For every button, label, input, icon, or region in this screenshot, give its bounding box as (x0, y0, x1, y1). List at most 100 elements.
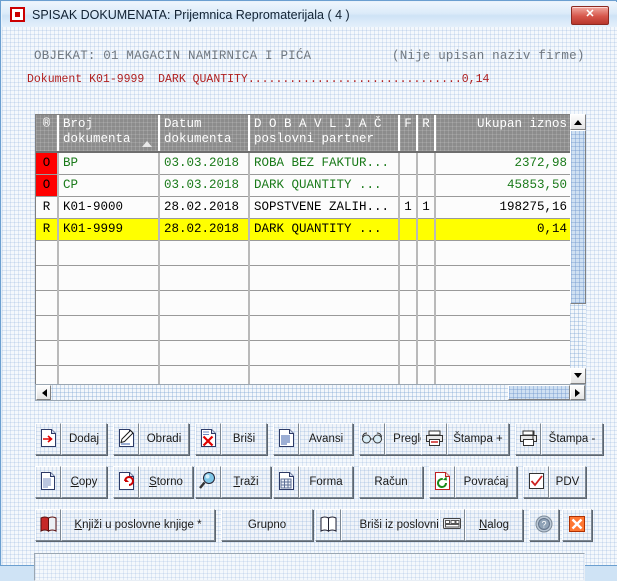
toolbar-button-obradi[interactable]: Obradi (139, 423, 189, 455)
toolbar-button-copy[interactable]: Copy (61, 466, 107, 498)
toolbar-icon-keyboard[interactable] (439, 509, 465, 541)
document-refresh-icon (434, 471, 451, 494)
toolbar-button-tampa[interactable]: Štampa - (541, 423, 603, 455)
toolbar-button-label: Dodaj (68, 433, 100, 445)
toolbar-icon-form[interactable] (273, 466, 299, 498)
cell-empty (36, 340, 59, 366)
cell-empty (36, 265, 59, 291)
table-body: O BP 03.03.2018 ROBA BEZ FAKTUR... 2372,98 O C… (36, 152, 573, 400)
table-row[interactable]: O BP 03.03.2018 ROBA BEZ FAKTUR... 2372,98 (36, 152, 573, 175)
scroll-left-button[interactable] (36, 385, 51, 400)
column-header-iznos[interactable]: Ukupan iznos (435, 115, 573, 153)
toolbar-icon-document-list[interactable] (273, 423, 299, 455)
column-header-datum[interactable]: Datum dokumenta (159, 115, 250, 153)
toolbar-button-ra-un[interactable]: Račun (359, 466, 423, 498)
toolbar-button-tra-i[interactable]: Traži (221, 466, 271, 498)
window-title-suffix: Prijemnica Repromaterijala ( 4 ) (173, 8, 350, 22)
cell-empty (417, 340, 436, 366)
chevron-up-icon (574, 120, 582, 125)
toolbar-button-label: Storno (149, 476, 183, 488)
toolbar-button-storno[interactable]: Storno (139, 466, 193, 498)
toolbar-button-avansi[interactable]: Avansi (299, 423, 353, 455)
chevron-left-icon (41, 388, 47, 397)
toolbar-button-pdv[interactable]: PDV (549, 466, 586, 498)
cell-empty (417, 240, 436, 266)
toolbar-icon-document-add[interactable] (35, 423, 61, 455)
cell-empty (435, 265, 573, 291)
form-icon (278, 471, 295, 494)
cell-dob: DARK QUANTITY ... (249, 174, 400, 197)
toolbar-button-povra-aj[interactable]: Povraćaj (455, 466, 517, 498)
document-delete-icon (200, 428, 217, 451)
grid-horizontal-scrollbar[interactable] (35, 384, 586, 401)
table-row-empty[interactable] (36, 290, 573, 316)
app-icon (10, 7, 25, 22)
scroll-down-button[interactable] (570, 368, 586, 384)
toolbar-icon-glasses[interactable] (359, 423, 385, 455)
toolbar-icon-printer-plus[interactable] (421, 423, 447, 455)
toolbar-button-grupno[interactable]: Grupno (221, 509, 313, 541)
grid-vertical-scrollbar[interactable] (570, 114, 586, 384)
cell-dob: SOPSTVENE ZALIH... (249, 196, 400, 219)
toolbar-icon-exit[interactable] (562, 509, 592, 541)
cell-empty (399, 240, 418, 266)
toolbar-icon-document-delete[interactable] (195, 423, 221, 455)
toolbar-icon-book-red[interactable] (35, 509, 61, 541)
close-button[interactable]: ✕ (571, 6, 609, 25)
cell-empty (249, 240, 400, 266)
column-header-flag[interactable]: ® (36, 115, 59, 153)
toolbar-button-label: Nalog (478, 519, 510, 531)
column-header-f[interactable]: F (399, 115, 418, 153)
scroll-right-button[interactable] (570, 385, 585, 400)
printer-plus-icon (425, 429, 444, 450)
toolbar-button-label: Račun (374, 476, 408, 488)
column-header-r[interactable]: R (417, 115, 436, 153)
cell-empty (58, 240, 160, 266)
scroll-up-button[interactable] (570, 114, 586, 130)
window-title: SPISAK DOKUMENATA: Prijemnica Repromater… (32, 6, 350, 24)
toolbar-icon-help[interactable]: ? (529, 509, 559, 541)
exit-icon (568, 515, 586, 536)
table-row[interactable]: R K01-9000 28.02.2018 SOPSTVENE ZALIH... 1 1 1… (36, 196, 573, 219)
vertical-scroll-thumb[interactable] (570, 130, 586, 304)
toolbar-button-label: Obradi (146, 433, 182, 445)
toolbar-icon-checkbox-check[interactable] (523, 466, 549, 498)
column-header-line1: ® (42, 117, 51, 131)
table-row-empty[interactable] (36, 265, 573, 291)
toolbar-icon-document-refresh[interactable] (429, 466, 455, 498)
cell-broj: CP (58, 174, 160, 197)
toolbar-button-label: Knjiži u poslovne knjige * (74, 519, 202, 531)
toolbar-button-knji-i-u-poslovne-knjige[interactable]: Knjiži u poslovne knjige * (61, 509, 215, 541)
table-row-empty[interactable] (36, 240, 573, 266)
toolbar-button-tampa[interactable]: Štampa + (447, 423, 509, 455)
cell-flag: R (36, 218, 59, 241)
table-row-empty[interactable] (36, 340, 573, 366)
documents-table: ® Broj dokumenta Datum dokumenta D O B A V L … (36, 115, 573, 400)
cell-empty (435, 290, 573, 316)
table-row[interactable]: R K01-9999 28.02.2018 DARK QUANTITY ... 0,14 (36, 218, 573, 241)
table-row-empty[interactable] (36, 315, 573, 341)
table-row[interactable]: O CP 03.03.2018 DARK QUANTITY ... 45853,50 (36, 174, 573, 197)
glasses-icon (361, 431, 383, 448)
toolbar-button-forma[interactable]: Forma (299, 466, 353, 498)
documents-grid[interactable]: ® Broj dokumenta Datum dokumenta D O B A V L … (35, 114, 586, 401)
cell-empty (58, 265, 160, 291)
horizontal-scroll-thumb[interactable] (507, 385, 570, 400)
toolbar-button-dodaj[interactable]: Dodaj (61, 423, 107, 455)
toolbar-icon-book-open[interactable] (315, 509, 341, 541)
keyboard-icon (442, 516, 462, 534)
column-header-broj[interactable]: Broj dokumenta (58, 115, 160, 153)
column-header-dob[interactable]: D O B A V L J A Čposlovni partner (249, 115, 400, 153)
toolbar-icon-magnifier[interactable] (195, 466, 221, 498)
toolbar-button-bri-i[interactable]: Briši (221, 423, 267, 455)
client-area: OBJEKAT: 01 MAGACIN NAMIRNICA I PIĆA (Ni… (2, 27, 617, 581)
toolbar-button-nalog[interactable]: Nalog (465, 509, 523, 541)
toolbar-icon-document-edit[interactable] (113, 423, 139, 455)
magnifier-icon (198, 471, 218, 494)
toolbar-icon-document-copy[interactable] (35, 466, 61, 498)
toolbar-icon-printer-minus[interactable] (515, 423, 541, 455)
title-bar: SPISAK DOKUMENATA: Prijemnica Repromater… (2, 2, 617, 28)
cell-empty (36, 240, 59, 266)
toolbar-icon-document-undo[interactable] (113, 466, 139, 498)
sort-ascending-icon (142, 141, 152, 147)
